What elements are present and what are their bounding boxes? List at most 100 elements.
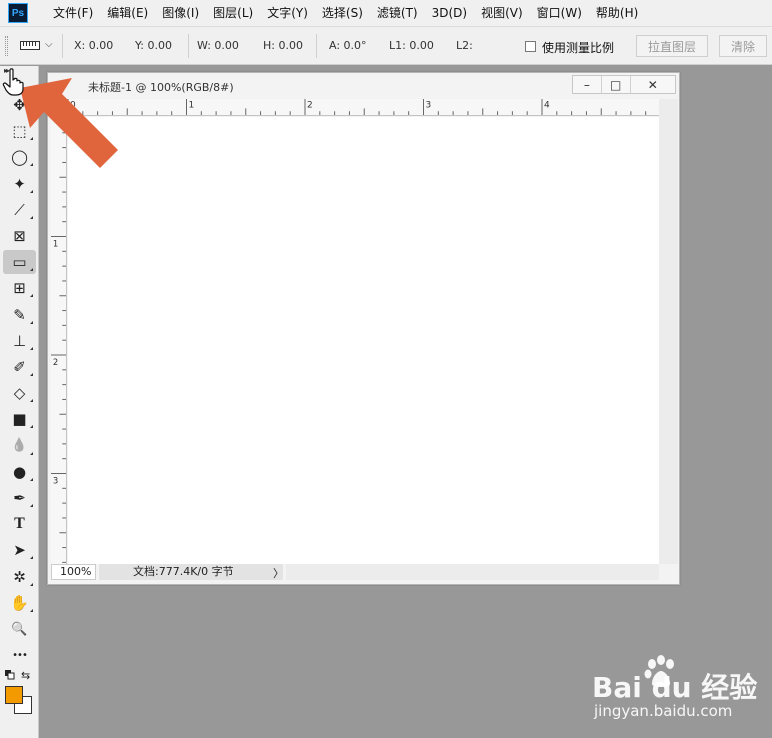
swap-colors-icon[interactable]: ⇆ [21, 669, 30, 682]
move-tool-icon: ✥ [13, 96, 26, 114]
options-bar-grip[interactable] [5, 36, 8, 56]
horizontal-ruler[interactable]: 0 1 2 3 4 [67, 99, 659, 116]
menu-3d[interactable]: 3D(D) [425, 0, 474, 26]
document-info-menu-icon[interactable]: 〉 [273, 565, 284, 581]
options-divider [188, 34, 189, 58]
straighten-layer-button[interactable]: 拉直图层 [636, 35, 708, 57]
marquee-tool-icon: ⬚ [12, 122, 27, 141]
tools-panel: ▸▸ ✥ ⬚ ◯ ✦ ⟋ ⊠ ▭ ⊞ ✎ ⊥ ✐ ◇ ■ 💧 ● ✒ T ➤ ✲ ✋ 🔍 ••• ⇆ [0, 66, 39, 738]
menu-select[interactable]: 选择(S) [315, 0, 370, 26]
blur-tool[interactable]: 💧 [3, 434, 36, 458]
tool-group-indicator [30, 346, 33, 350]
history-brush-tool[interactable]: ✐ [3, 355, 36, 379]
menu-window[interactable]: 窗口(W) [530, 0, 589, 26]
type-tool[interactable]: T [3, 512, 36, 536]
zoom-tool-icon: 🔍 [11, 621, 28, 637]
menu-file[interactable]: 文件(F) [46, 0, 100, 26]
magic-wand-tool-icon: ✦ [13, 174, 26, 193]
tool-group-indicator [30, 582, 33, 586]
watermark-brand: Bai du 经验 [592, 671, 758, 704]
brush-tool-icon: ✎ [13, 305, 26, 324]
tool-group-indicator [30, 320, 33, 324]
ruler-icon[interactable] [20, 41, 40, 50]
ruler-tool[interactable]: ▭ [3, 250, 36, 275]
tool-group-indicator [30, 137, 33, 141]
menu-image[interactable]: 图像(I) [155, 0, 206, 26]
more-tools[interactable]: ••• [3, 643, 36, 667]
brush-tool[interactable]: ✎ [3, 303, 36, 327]
window-controls: – □ ✕ [572, 75, 676, 94]
tool-group-indicator [30, 556, 33, 560]
menu-type[interactable]: 文字(Y) [260, 0, 315, 26]
minimize-button[interactable]: – [573, 76, 602, 93]
clone-stamp-tool-icon: ⊥ [12, 331, 27, 350]
shape-tool-icon: ✲ [13, 567, 26, 586]
default-colors-icon[interactable] [5, 670, 15, 680]
hand-tool[interactable]: ✋ [3, 591, 36, 615]
ruler-tool-icon: ▭ [12, 253, 27, 272]
gradient-tool[interactable]: ■ [3, 407, 36, 431]
menu-layer[interactable]: 图层(L) [206, 0, 260, 26]
magic-wand-tool[interactable]: ✦ [3, 172, 36, 196]
ruler-label: 1 [189, 101, 195, 111]
baidu-jingyan-watermark: Bai du 经验 jingyan.baidu.com [592, 654, 772, 724]
lasso-tool[interactable]: ◯ [3, 145, 36, 169]
use-measurement-scale-checkbox[interactable] [525, 41, 536, 52]
dodge-tool-icon: ● [12, 462, 27, 481]
ruler-label: 3 [426, 101, 432, 111]
pen-tool[interactable]: ✒ [3, 486, 36, 510]
angle-readout: A: 0.0° [329, 39, 367, 52]
clone-stamp-tool[interactable]: ⊥ [3, 329, 36, 353]
eraser-tool[interactable]: ◇ [3, 381, 36, 405]
maximize-button[interactable]: □ [602, 76, 631, 93]
document-window: 未标题-1 @ 100%(RGB/8#) – □ ✕ 0 1 2 3 4 1 2 3 100… [47, 72, 680, 585]
ruler-origin[interactable] [51, 99, 67, 116]
menu-filter[interactable]: 滤镜(T) [370, 0, 425, 26]
more-tools-icon: ••• [12, 649, 28, 661]
tool-group-indicator [30, 294, 33, 298]
hand-tool-icon: ✋ [10, 593, 29, 612]
menu-view[interactable]: 视图(V) [474, 0, 530, 26]
crop-tool[interactable]: ⟋ [3, 198, 36, 222]
tool-group-indicator [30, 163, 33, 167]
options-divider [316, 34, 317, 58]
dodge-tool[interactable]: ● [3, 460, 36, 484]
clear-button[interactable]: 清除 [719, 35, 767, 57]
vertical-ruler[interactable]: 1 2 3 [51, 116, 67, 564]
tool-group-indicator [30, 451, 33, 455]
tool-group-indicator [30, 504, 33, 507]
options-divider [62, 34, 63, 58]
menu-help[interactable]: 帮助(H) [589, 0, 645, 26]
shape-tool[interactable]: ✲ [3, 565, 36, 589]
watermark-url: jingyan.baidu.com [594, 702, 733, 720]
collapse-panel-icon[interactable]: ▸▸ [4, 66, 10, 75]
zoom-level-field[interactable]: 100% [51, 564, 96, 580]
path-selection-tool[interactable]: ➤ [3, 538, 36, 562]
close-button[interactable]: ✕ [631, 76, 675, 93]
foreground-color-swatch[interactable] [5, 686, 23, 704]
tool-group-indicator [30, 111, 33, 114]
ruler-label: 0 [70, 101, 76, 111]
menu-edit[interactable]: 编辑(E) [100, 0, 155, 26]
horizontal-scrollbar[interactable] [286, 564, 659, 580]
tool-preset-chevron-down-icon[interactable]: ⌵ [45, 39, 53, 50]
tool-group-indicator [30, 189, 33, 193]
marquee-tool[interactable]: ⬚ [3, 119, 36, 143]
canvas[interactable] [68, 117, 659, 564]
baidu-paw-logo-icon [644, 655, 674, 687]
h-readout: H: 0.00 [263, 39, 303, 52]
document-title[interactable]: 未标题-1 @ 100%(RGB/8#) [88, 79, 234, 95]
frame-tool[interactable]: ⊠ [3, 224, 36, 248]
status-bar: 100% 文档:777.4K/0 字节 〉 [51, 564, 659, 580]
x-readout: X: 0.00 [74, 39, 114, 52]
document-info: 文档:777.4K/0 字节 [99, 564, 283, 580]
history-brush-tool-icon: ✐ [13, 358, 26, 376]
zoom-tool[interactable]: 🔍 [3, 617, 36, 641]
ruler-label: 2 [307, 101, 313, 111]
menu-bar: Ps 文件(F) 编辑(E) 图像(I) 图层(L) 文字(Y) 选择(S) 滤… [0, 0, 772, 26]
eraser-tool-icon: ◇ [13, 384, 26, 403]
crop-tool-icon: ⟋ [14, 200, 25, 219]
patch-tool[interactable]: ⊞ [3, 276, 36, 300]
move-tool[interactable]: ✥ [3, 93, 36, 117]
vertical-scrollbar[interactable] [659, 99, 678, 564]
